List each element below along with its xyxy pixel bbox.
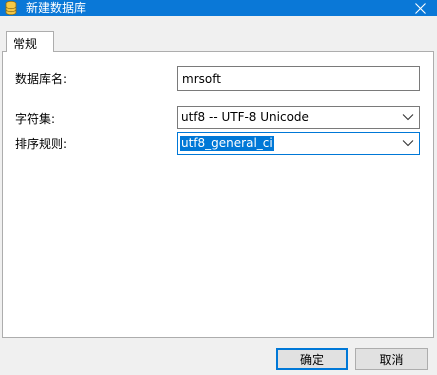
cancel-button[interactable]: 取消 — [355, 348, 428, 370]
charset-label: 字符集: — [15, 112, 56, 126]
tab-general-label: 常规 — [13, 37, 38, 51]
db-name-label: 数据库名: — [15, 72, 68, 86]
collation-value: utf8_general_ci — [180, 136, 274, 151]
chevron-down-icon — [402, 140, 414, 147]
charset-select[interactable]: utf8 -- UTF-8 Unicode — [177, 106, 420, 129]
title-bar: 新建数据库 — [0, 0, 437, 16]
charset-value: utf8 -- UTF-8 Unicode — [181, 110, 309, 124]
tab-general[interactable]: 常规 — [6, 31, 54, 52]
general-tab-page: 数据库名: 字符集: utf8 -- UTF-8 Unicode 排序规则: u… — [2, 51, 434, 338]
new-database-dialog: 新建数据库 常规 数据库名: 字符集: utf8 -- UTF-8 Unicod… — [0, 0, 437, 375]
db-name-input[interactable] — [177, 66, 420, 91]
close-button[interactable] — [403, 0, 437, 16]
collation-select[interactable]: utf8_general_ci — [177, 132, 420, 155]
ok-button[interactable]: 确定 — [276, 348, 348, 370]
window-title: 新建数据库 — [26, 1, 87, 15]
database-icon — [5, 0, 17, 16]
chevron-down-icon — [402, 114, 414, 121]
collation-label: 排序规则: — [15, 137, 68, 151]
close-icon — [414, 2, 426, 14]
